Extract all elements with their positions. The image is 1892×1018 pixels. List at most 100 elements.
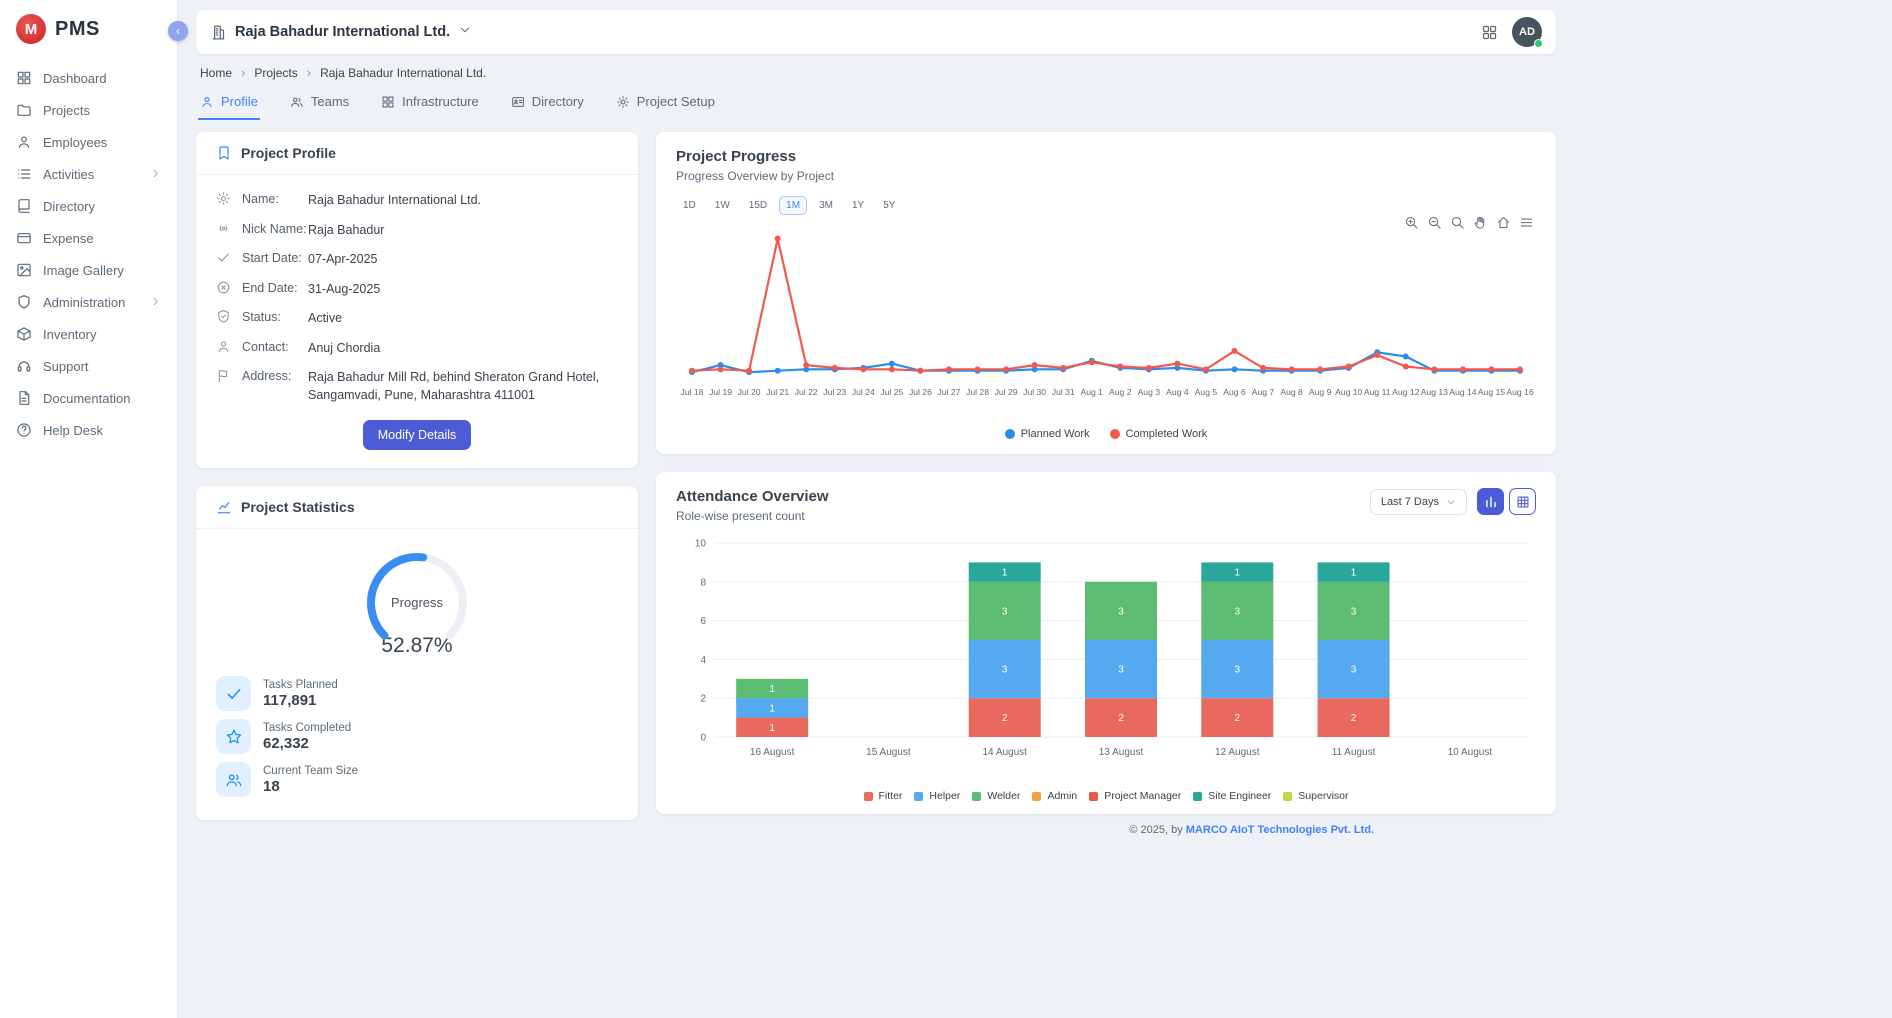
sidebar-collapse-button[interactable]: ‹ — [168, 21, 188, 41]
sidebar-item-documentation[interactable]: Documentation — [0, 382, 177, 414]
id-card-icon — [511, 95, 525, 109]
tab-profile[interactable]: Profile — [198, 90, 260, 120]
zoom-out-icon[interactable] — [1427, 215, 1442, 230]
legend-swatch — [1032, 792, 1041, 801]
sidebar-item-projects[interactable]: Projects — [0, 94, 177, 126]
modify-details-button[interactable]: Modify Details — [363, 420, 472, 450]
range-3m[interactable]: 3M — [812, 196, 840, 215]
sidebar-item-dashboard[interactable]: Dashboard — [0, 62, 177, 94]
svg-text:Aug 8: Aug 8 — [1280, 387, 1303, 397]
chevron-right-icon — [150, 295, 161, 310]
project-profile-card: Project Profile Name: Raja Bahadur Inter… — [196, 132, 638, 468]
legend-item[interactable]: Completed Work — [1110, 428, 1208, 440]
logo[interactable]: M PMS — [0, 0, 177, 58]
users-icon — [216, 762, 251, 797]
legend-swatch — [1193, 792, 1202, 801]
field-end-date: End Date: 31-Aug-2025 — [216, 280, 618, 299]
apps-grid-button[interactable] — [1481, 24, 1498, 41]
tab-teams[interactable]: Teams — [288, 90, 351, 120]
chevron-down-icon — [1446, 497, 1456, 507]
sidebar-item-employees[interactable]: Employees — [0, 126, 177, 158]
table-icon — [1516, 495, 1530, 509]
legend-item[interactable]: Site Engineer — [1193, 790, 1271, 802]
help-circle-icon — [16, 422, 32, 438]
avatar[interactable]: AD — [1512, 17, 1542, 47]
breadcrumb-projects[interactable]: Projects — [254, 66, 297, 80]
field-contact: Contact: Anuj Chordia — [216, 339, 618, 358]
building-icon — [210, 24, 227, 41]
svg-text:2: 2 — [1002, 713, 1008, 724]
tab-infrastructure[interactable]: Infrastructure — [379, 90, 481, 120]
content-grid: Project Profile Name: Raja Bahadur Inter… — [196, 132, 1556, 850]
sidebar-item-directory[interactable]: Directory — [0, 190, 177, 222]
bar-view-toggle[interactable] — [1477, 488, 1504, 515]
folder-icon — [16, 102, 32, 118]
dashboard-icon — [16, 70, 32, 86]
svg-text:Aug 11: Aug 11 — [1364, 387, 1391, 397]
sidebar-item-administration[interactable]: Administration — [0, 286, 177, 318]
x-circle-icon — [216, 280, 231, 295]
sidebar-item-activities[interactable]: Activities — [0, 158, 177, 190]
company-selector[interactable]: Raja Bahadur International Ltd. — [210, 23, 472, 42]
svg-text:1: 1 — [1235, 568, 1241, 579]
line-chart[interactable]: Jul 18Jul 19Jul 20Jul 21Jul 22Jul 23Jul … — [676, 219, 1536, 419]
svg-text:1: 1 — [769, 723, 775, 734]
pan-icon[interactable] — [1473, 215, 1488, 230]
zoom-in-icon[interactable] — [1404, 215, 1419, 230]
book-icon — [16, 198, 32, 214]
card-subtitle: Role-wise present count — [676, 509, 829, 523]
home-icon[interactable] — [1496, 215, 1511, 230]
legend-item[interactable]: Helper — [914, 790, 960, 802]
svg-text:10 August: 10 August — [1448, 747, 1493, 758]
field-address: Address: Raja Bahadur Mill Rd, behind Sh… — [216, 368, 618, 404]
table-view-toggle[interactable] — [1509, 488, 1536, 515]
footer-company-link[interactable]: MARCO AIoT Technologies Pvt. Ltd. — [1186, 824, 1374, 836]
legend-item[interactable]: Project Manager — [1089, 790, 1181, 802]
range-1y[interactable]: 1Y — [845, 196, 871, 215]
apps-grid-icon — [1481, 24, 1498, 41]
svg-text:0: 0 — [700, 733, 706, 744]
range-15d[interactable]: 15D — [742, 196, 774, 215]
svg-text:Aug 2: Aug 2 — [1109, 387, 1132, 397]
legend-swatch — [972, 792, 981, 801]
range-1w[interactable]: 1W — [708, 196, 737, 215]
legend-dot — [1110, 429, 1120, 439]
tab-directory[interactable]: Directory — [509, 90, 586, 120]
svg-text:Jul 21: Jul 21 — [766, 387, 789, 397]
svg-text:Aug 6: Aug 6 — [1223, 387, 1246, 397]
sidebar-item-help-desk[interactable]: Help Desk — [0, 414, 177, 446]
range-5y[interactable]: 5Y — [876, 196, 902, 215]
bar-chart-legend: Fitter Helper Welder Admin Project Manager Si… — [676, 790, 1536, 806]
svg-text:Jul 29: Jul 29 — [995, 387, 1018, 397]
svg-text:Aug 3: Aug 3 — [1138, 387, 1161, 397]
field-start-date: Start Date: 07-Apr-2025 — [216, 250, 618, 269]
chevron-right-icon — [150, 167, 161, 182]
sidebar-item-image-gallery[interactable]: Image Gallery — [0, 254, 177, 286]
legend-item[interactable]: Fitter — [864, 790, 903, 802]
legend-item[interactable]: Supervisor — [1283, 790, 1348, 802]
range-1d[interactable]: 1D — [676, 196, 703, 215]
svg-text:1: 1 — [1351, 568, 1357, 579]
menu-icon[interactable] — [1519, 215, 1534, 230]
legend-item[interactable]: Planned Work — [1005, 428, 1090, 440]
svg-text:3: 3 — [1002, 606, 1008, 617]
credit-card-icon — [16, 230, 32, 246]
selection-zoom-icon[interactable] — [1450, 215, 1465, 230]
field-name: Name: Raja Bahadur International Ltd. — [216, 191, 618, 210]
breadcrumb-home[interactable]: Home — [200, 66, 232, 80]
svg-text:3: 3 — [1235, 665, 1241, 676]
breadcrumb-current: Raja Bahadur International Ltd. — [320, 66, 486, 80]
top-header: Raja Bahadur International Ltd. AD — [196, 10, 1556, 54]
legend-item[interactable]: Admin — [1032, 790, 1077, 802]
legend-swatch — [1283, 792, 1292, 801]
legend-item[interactable]: Welder — [972, 790, 1020, 802]
date-range-select[interactable]: Last 7 Days — [1370, 489, 1467, 515]
svg-text:3: 3 — [1351, 606, 1357, 617]
sidebar-item-expense[interactable]: Expense — [0, 222, 177, 254]
range-1m[interactable]: 1M — [779, 196, 807, 215]
bar-chart[interactable]: 024681011116 August15 August233114 Augus… — [676, 533, 1536, 781]
svg-text:Jul 26: Jul 26 — [909, 387, 932, 397]
sidebar-item-inventory[interactable]: Inventory — [0, 318, 177, 350]
sidebar-item-support[interactable]: Support — [0, 350, 177, 382]
tab-project-setup[interactable]: Project Setup — [614, 90, 717, 120]
